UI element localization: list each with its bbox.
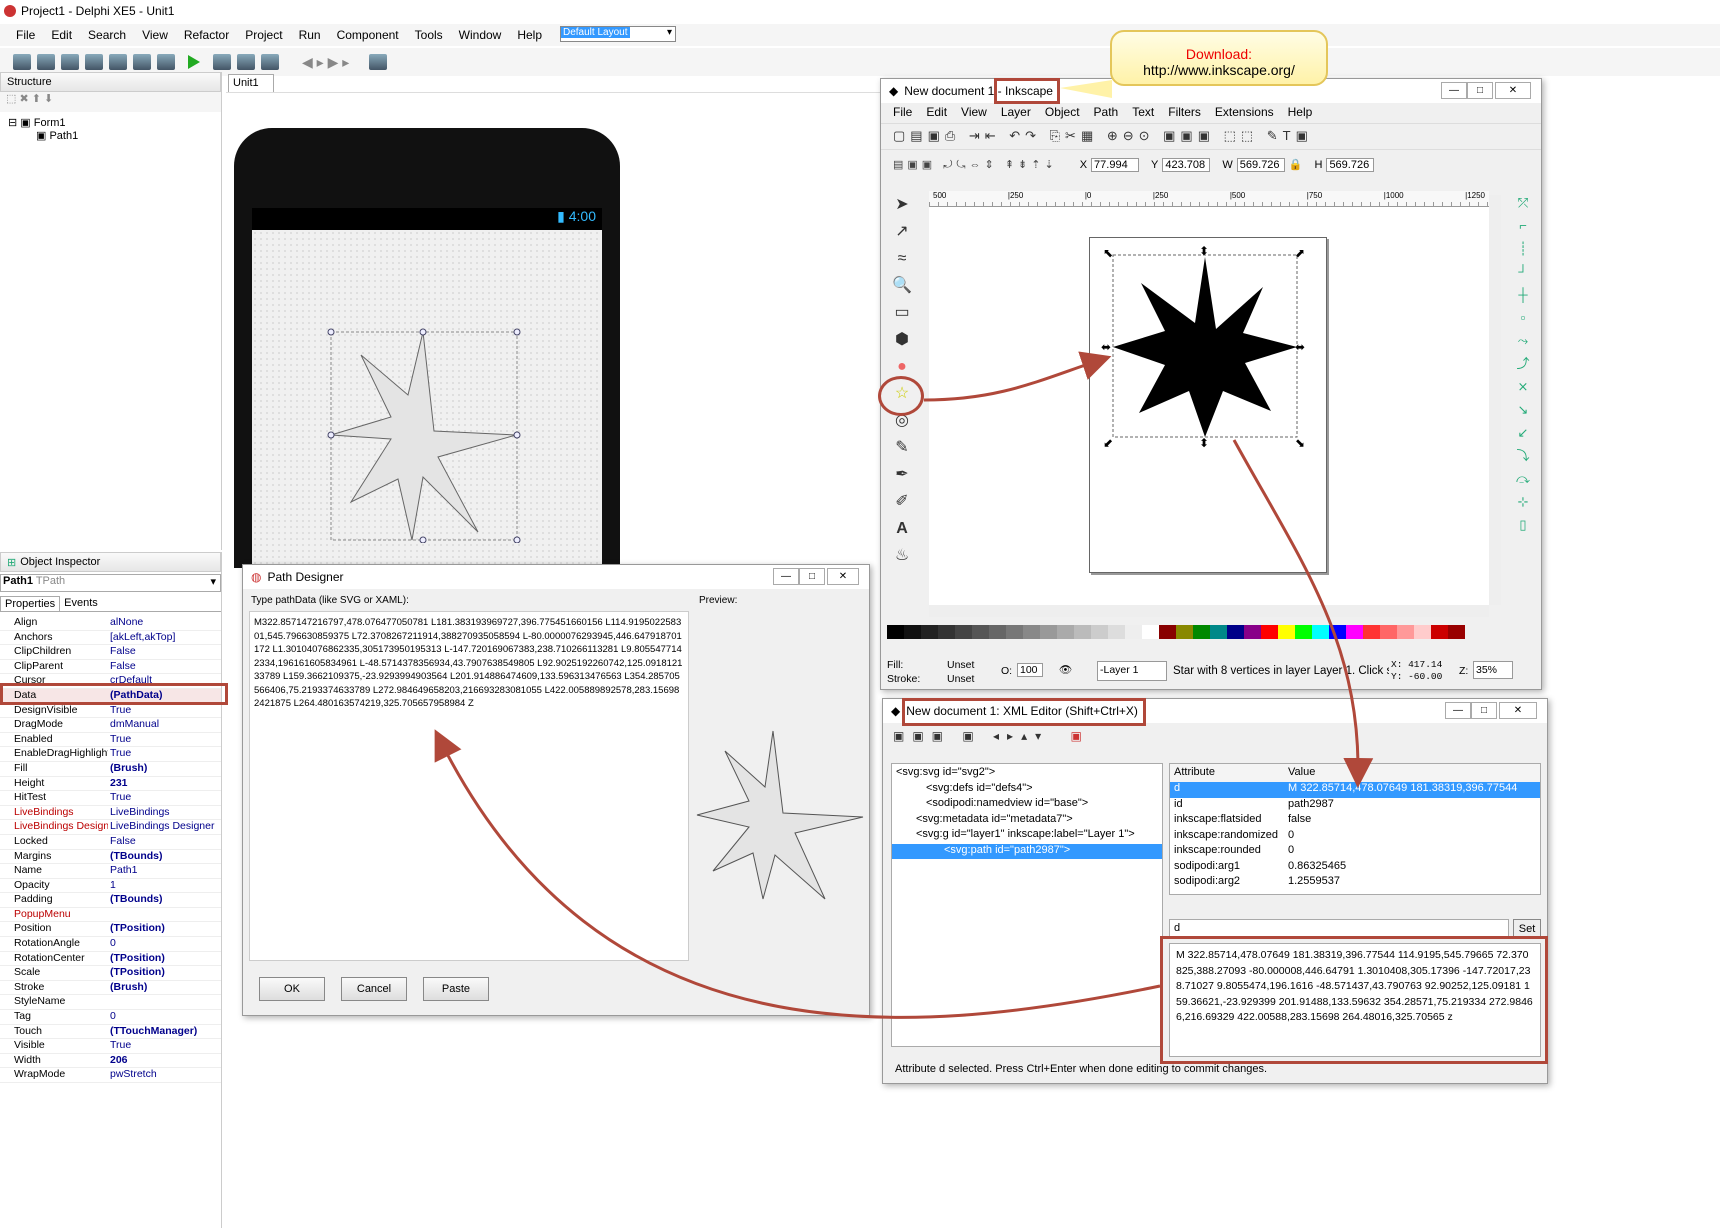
annotation-arrows bbox=[434, 351, 1374, 1019]
